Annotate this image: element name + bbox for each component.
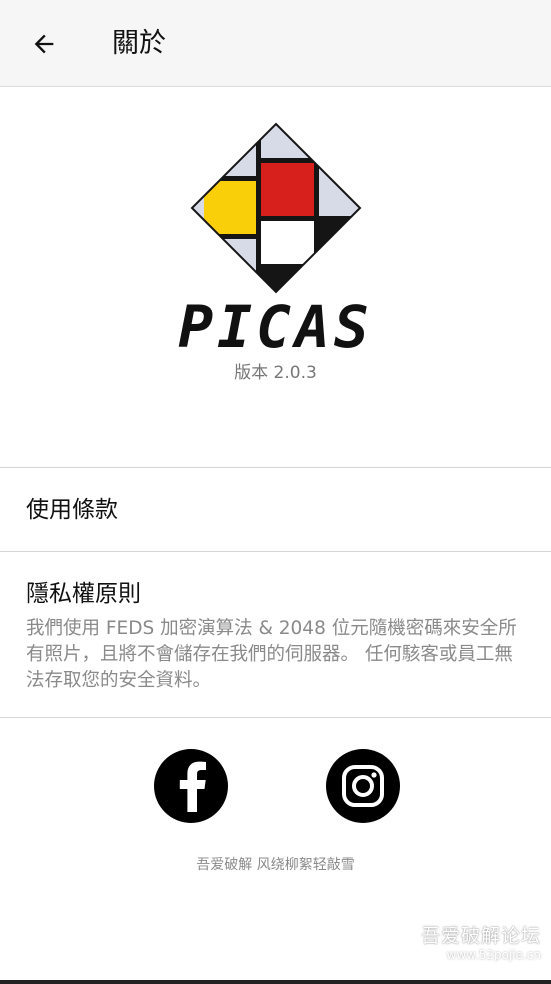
privacy-policy-title[interactable]: 隱私權原則	[26, 578, 141, 610]
divider	[0, 717, 551, 718]
divider	[0, 467, 551, 468]
facebook-icon	[179, 761, 206, 812]
back-button[interactable]	[22, 22, 66, 66]
arrow-left-icon	[34, 34, 54, 54]
instagram-button[interactable]	[326, 749, 400, 823]
terms-of-use-item[interactable]: 使用條款	[26, 494, 118, 526]
app-wordmark: PICAS	[178, 293, 373, 361]
page-title: 關於	[112, 28, 166, 59]
watermark-url: www.52pojie.cn	[446, 948, 541, 962]
watermark-title: 吾爱破解论坛	[420, 925, 541, 947]
version-label: 版本 2.0.3	[234, 363, 317, 383]
divider	[0, 551, 551, 552]
facebook-button[interactable]	[154, 749, 228, 823]
bottom-edge	[0, 980, 551, 984]
app-bar: 關於	[0, 0, 551, 87]
instagram-icon	[342, 765, 384, 807]
watermark: 吾爱破解论坛 www.52pojie.cn	[421, 921, 541, 962]
credit-text: 吾爱破解 风绕柳絮轻敲雪	[196, 857, 355, 873]
privacy-policy-text: 我們使用 FEDS 加密演算法 & 2048 位元隨機密碼來安全所有照片，且將不…	[26, 618, 517, 691]
picas-logo	[190, 122, 362, 294]
about-screen: 關於 PICAS 版本 2.0.3 使用條款 隱私權原則 我們使用 FEDS 加…	[0, 0, 551, 984]
